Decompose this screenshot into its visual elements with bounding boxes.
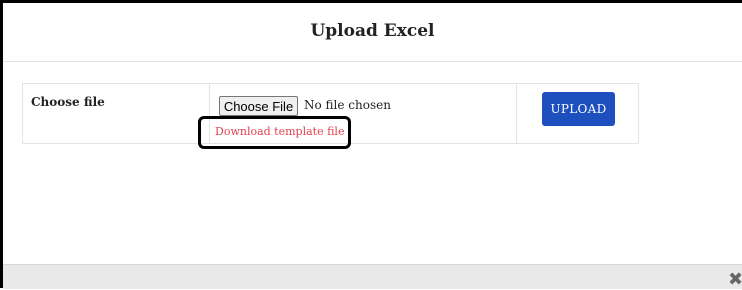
column-divider: [516, 84, 517, 143]
modal-title: Upload Excel: [310, 21, 435, 41]
choose-file-label: Choose file: [31, 95, 105, 109]
upload-button[interactable]: UPLOAD: [542, 92, 615, 126]
modal-footer: [3, 264, 742, 289]
upload-excel-modal: Upload Excel Choose file Choose File No …: [0, 0, 742, 288]
close-icon[interactable]: ✖: [728, 271, 742, 289]
file-status-text: No file chosen: [304, 98, 391, 112]
modal-header: Upload Excel: [3, 3, 742, 62]
highlight-annotation: [198, 116, 351, 149]
choose-file-button[interactable]: Choose File: [219, 96, 298, 116]
